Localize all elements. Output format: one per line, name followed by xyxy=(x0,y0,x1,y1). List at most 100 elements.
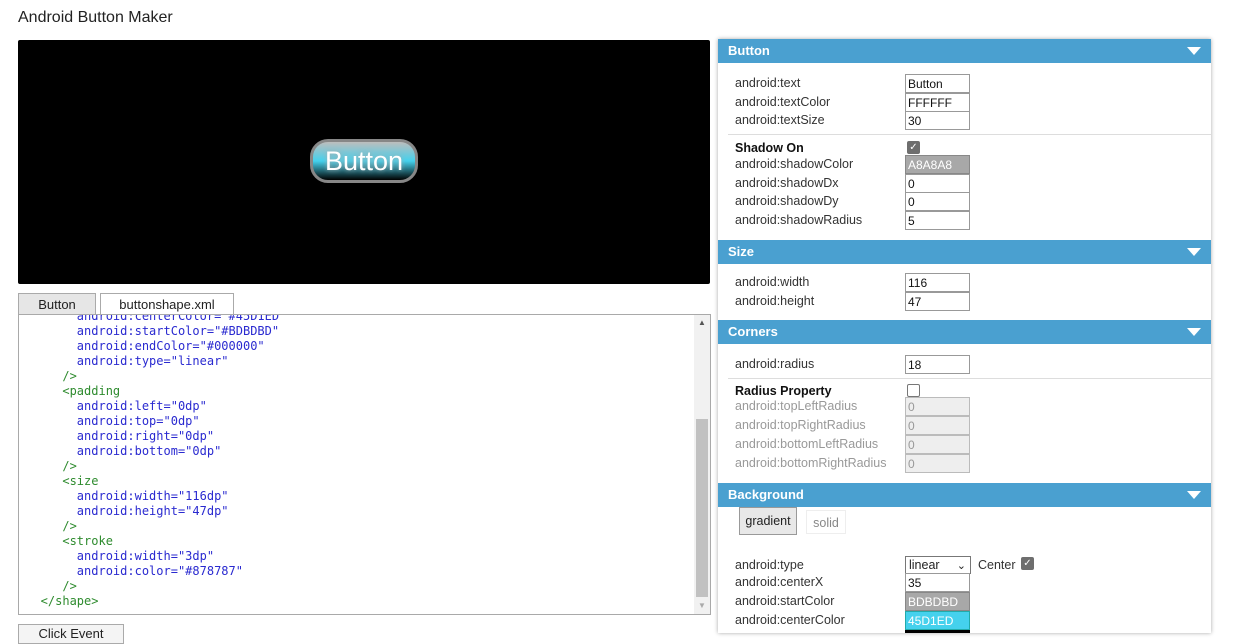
section-header-corners[interactable]: Corners xyxy=(718,320,1211,344)
gradient-type-select[interactable]: linear ⌄ xyxy=(905,556,971,574)
shadow-on-checkbox[interactable]: ✓ xyxy=(907,141,920,154)
row-text-color: android:textColor xyxy=(735,93,1205,112)
shadow-color-field[interactable] xyxy=(905,155,970,174)
divider xyxy=(728,134,1211,135)
top-right-radius-field[interactable] xyxy=(905,416,970,435)
code-scrollbar[interactable]: ▲ ▼ xyxy=(694,315,710,614)
center-x-field[interactable] xyxy=(905,573,970,592)
code-line: android:left="0dp" xyxy=(19,399,695,414)
solid-toggle[interactable]: solid xyxy=(806,510,846,534)
row-radius: android:radius xyxy=(735,355,1205,374)
field-label: android:bottomRightRadius xyxy=(735,456,887,470)
field-label: android:topLeftRadius xyxy=(735,399,858,413)
code-token: <stroke xyxy=(19,534,113,548)
code-token: /> xyxy=(19,459,77,473)
radius-field[interactable] xyxy=(905,355,970,374)
center-checkbox[interactable]: ✓ xyxy=(1021,557,1034,570)
radius-property-checkbox[interactable] xyxy=(907,384,920,397)
chevron-down-icon: ⌄ xyxy=(956,560,966,572)
code-lines: android:centerColor="#45D1ED" android:st… xyxy=(19,315,695,609)
section-title: Button xyxy=(728,43,770,58)
row-shadow-dy: android:shadowDy xyxy=(735,192,1205,211)
code-line: android:centerColor="#45D1ED" xyxy=(19,315,695,324)
tab-button[interactable]: Button xyxy=(18,293,96,315)
chevron-down-icon[interactable] xyxy=(1187,47,1201,55)
field-label: android:type xyxy=(735,558,804,572)
field-label: android:shadowColor xyxy=(735,157,854,171)
code-line: /> xyxy=(19,579,695,594)
xml-code-editor[interactable]: android:centerColor="#45D1ED" android:st… xyxy=(18,314,711,615)
chevron-down-icon[interactable] xyxy=(1187,328,1201,336)
code-token: android:width="3dp" xyxy=(19,549,215,563)
row-width: android:width xyxy=(735,273,1205,292)
top-left-radius-field[interactable] xyxy=(905,397,970,416)
row-center-x: android:centerX xyxy=(735,573,1205,592)
section-header-button[interactable]: Button xyxy=(718,39,1211,63)
code-line: android:type="linear" xyxy=(19,354,695,369)
start-color-field[interactable] xyxy=(905,592,970,611)
tab-buttonshape-xml[interactable]: buttonshape.xml xyxy=(100,293,234,315)
field-label: android:centerX xyxy=(735,575,824,589)
click-event-button[interactable]: Click Event xyxy=(18,624,124,644)
code-token: android:startColor="#BDBDBD" xyxy=(19,324,280,338)
chevron-down-icon[interactable] xyxy=(1187,248,1201,256)
field-label: android:text xyxy=(735,76,801,90)
row-shadow-color: android:shadowColor xyxy=(735,155,1205,174)
field-label: android:bottomLeftRadius xyxy=(735,437,879,451)
code-token: <size xyxy=(19,474,99,488)
section-header-size[interactable]: Size xyxy=(718,240,1211,264)
text-size-field[interactable] xyxy=(905,111,970,130)
scroll-up-icon[interactable]: ▲ xyxy=(694,315,710,331)
chevron-down-icon[interactable] xyxy=(1187,491,1201,499)
center-color-field[interactable] xyxy=(905,611,970,630)
code-line: android:color="#878787" xyxy=(19,564,695,579)
divider xyxy=(728,378,1211,379)
field-label: android:startColor xyxy=(735,594,835,608)
height-field[interactable] xyxy=(905,292,970,311)
code-token: /> xyxy=(19,579,77,593)
shadow-radius-field[interactable] xyxy=(905,211,970,230)
row-top-right-radius: android:topRightRadius xyxy=(735,416,1205,435)
properties-panel: Button android:text android:textColor an… xyxy=(718,39,1211,633)
row-text: android:text xyxy=(735,74,1205,93)
bottom-right-radius-field[interactable] xyxy=(905,454,970,473)
code-token: android:endColor="#000000" xyxy=(19,339,265,353)
field-label: android:textColor xyxy=(735,95,831,109)
field-label: android:width xyxy=(735,275,810,289)
bottom-left-radius-field[interactable] xyxy=(905,435,970,454)
section-title: Size xyxy=(728,244,755,259)
preview-button[interactable]: Button xyxy=(310,139,418,183)
code-line: <size xyxy=(19,474,695,489)
code-line: /> xyxy=(19,369,695,384)
row-bottom-right-radius: android:bottomRightRadius xyxy=(735,454,1205,473)
field-label: android:shadowRadius xyxy=(735,213,863,227)
field-label: android:textSize xyxy=(735,113,825,127)
section-header-background[interactable]: Background xyxy=(718,483,1211,507)
code-line: android:width="3dp" xyxy=(19,549,695,564)
shadow-dy-field[interactable] xyxy=(905,192,970,211)
text-color-field[interactable] xyxy=(905,93,970,112)
row-text-size: android:textSize xyxy=(735,111,1205,130)
scroll-down-icon[interactable]: ▼ xyxy=(694,598,710,614)
row-shadow-radius: android:shadowRadius xyxy=(735,211,1205,230)
code-line: /> xyxy=(19,519,695,534)
code-line: /> xyxy=(19,459,695,474)
field-label: android:shadowDy xyxy=(735,194,839,208)
row-height: android:height xyxy=(735,292,1205,311)
shadow-dx-field[interactable] xyxy=(905,174,970,193)
code-token: android:bottom="0dp" xyxy=(19,444,222,458)
scroll-thumb[interactable] xyxy=(696,419,708,597)
section-title: Background xyxy=(728,487,804,502)
width-field[interactable] xyxy=(905,273,970,292)
code-line: android:startColor="#BDBDBD" xyxy=(19,324,695,339)
gradient-toggle[interactable]: gradient xyxy=(739,507,797,535)
row-bottom-left-radius: android:bottomLeftRadius xyxy=(735,435,1205,454)
code-line: <stroke xyxy=(19,534,695,549)
text-field[interactable] xyxy=(905,74,970,93)
code-token: android:color="#878787" xyxy=(19,564,243,578)
code-token: android:top="0dp" xyxy=(19,414,200,428)
row-shadow-dx: android:shadowDx xyxy=(735,174,1205,193)
code-line: android:endColor="#000000" xyxy=(19,339,695,354)
app-title: Android Button Maker xyxy=(18,9,173,26)
field-label: android:topRightRadius xyxy=(735,418,866,432)
